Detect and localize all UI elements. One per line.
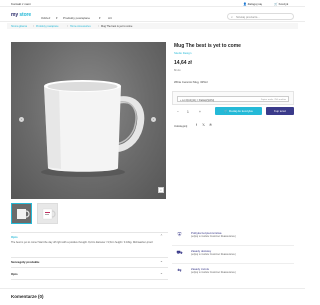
- nav-item-clothes[interactable]: Odzież: [41, 16, 50, 20]
- truck-icon: ⛟: [176, 250, 183, 256]
- facebook-icon[interactable]: f: [194, 123, 199, 128]
- breadcrumb-current: Mug The best is yet to come: [101, 24, 133, 28]
- site-header: my store Odzież ▾ Produkty powiązane ▾ A…: [0, 7, 305, 22]
- thumbnail-mug-image: [17, 209, 30, 219]
- divider: [172, 245, 294, 246]
- nav-item-related-products[interactable]: Produkty powiązane: [63, 16, 90, 20]
- thumbnail-2[interactable]: [37, 203, 58, 224]
- cart-label: Koszyk: [278, 1, 289, 6]
- cart-icon: 🛒: [274, 1, 278, 6]
- nav-item-art[interactable]: Art: [108, 16, 112, 20]
- return-icon: ⇆: [177, 268, 182, 274]
- search-icon: ⌕: [231, 15, 233, 19]
- divider: [11, 267, 168, 268]
- product-title: Mug The best is yet to come: [174, 43, 241, 49]
- divider: [172, 263, 294, 264]
- add-to-cart-label: Dodaj do koszyka: [228, 109, 253, 113]
- customization-input[interactable]: + Lot 0(A2)(11) = Klatka(Z)(Wid) Zapisz …: [177, 96, 289, 102]
- top-utility-bar: Kontakt z nami 👤 Zaloguj się 🛒 Koszyk: [0, 0, 305, 7]
- reassurance-text-security: (edytuj w module Customer Reassurance): [191, 235, 236, 238]
- sign-in-label: Zaloguj się: [247, 1, 263, 6]
- cart-link[interactable]: 🛒 Koszyk: [274, 2, 288, 6]
- product-price: 14,64 zł: [174, 60, 192, 66]
- customization-input-value: + Lot 0(A2)(11) = Klatka(Z)(Wid): [180, 98, 215, 102]
- zoom-button[interactable]: ⌕: [158, 187, 164, 193]
- chevron-up-icon[interactable]: ⌃: [160, 234, 163, 238]
- user-icon: 👤: [243, 1, 247, 6]
- contact-link[interactable]: Kontakt z nami: [11, 2, 31, 6]
- product-brand-link[interactable]: Studio Design: [174, 51, 191, 55]
- breadcrumb-separator: /: [98, 24, 99, 28]
- buy-now-button[interactable]: Kup teraz: [266, 107, 294, 115]
- chevron-down-icon[interactable]: ⌄: [160, 259, 163, 263]
- accordion-description-title[interactable]: Opis: [11, 235, 18, 239]
- sign-in-link[interactable]: 👤 Zaloguj się: [243, 2, 262, 6]
- breadcrumb-separator: /: [33, 24, 34, 28]
- customization-hint: Zapisz maks. 250 znaków: [260, 98, 286, 101]
- reassurance-text-returns: (edytuj w module Customer Reassurance): [191, 271, 236, 274]
- divider: [0, 288, 305, 289]
- image-prev-arrow[interactable]: ‹: [19, 117, 24, 122]
- customization-box: + Lot 0(A2)(11) = Klatka(Z)(Wid) Zapisz …: [172, 91, 294, 105]
- zoom-icon: ⌕: [160, 188, 162, 192]
- reassurance-text-delivery: (edytuj w module Customer Reassurance): [191, 253, 236, 256]
- breadcrumb-related-products[interactable]: Produkty powiązane: [36, 25, 59, 28]
- share-label: Udostępnij: [174, 124, 188, 128]
- shield-icon: ⛨: [177, 232, 182, 238]
- description-text: The best is yet to come! Start the day o…: [11, 241, 154, 244]
- search-placeholder: Szukaj products...: [236, 15, 260, 20]
- search-box[interactable]: ⌕ Szukaj products...: [227, 12, 294, 20]
- nav-caret-icon: ▾: [56, 15, 58, 20]
- divider: [11, 257, 168, 258]
- chevron-left-icon: ‹: [21, 117, 22, 121]
- cart-icon: 🛒: [224, 109, 229, 113]
- nav-caret-icon: ▾: [99, 15, 101, 20]
- chevron-down-icon[interactable]: ⌄: [160, 271, 163, 275]
- store-logo[interactable]: my store: [11, 12, 31, 18]
- pinterest-icon[interactable]: ℗: [208, 123, 213, 128]
- accordion-details-title[interactable]: Szczegóły produktu: [11, 260, 39, 264]
- logo-primary-text: my: [11, 12, 19, 18]
- breadcrumb-separator: /: [67, 24, 68, 28]
- accordion-extra-title[interactable]: Opis: [11, 272, 18, 276]
- breadcrumb-home[interactable]: Strona główna: [11, 25, 27, 28]
- quantity-stepper[interactable]: − 1 +: [174, 108, 205, 115]
- thumbnail-1[interactable]: [11, 203, 32, 224]
- increment-icon[interactable]: +: [199, 110, 201, 114]
- add-to-cart-button[interactable]: 🛒 Dodaj do koszyka: [215, 107, 262, 115]
- product-main-image[interactable]: [11, 42, 166, 199]
- thumbnail-mug-text-image: [42, 208, 56, 220]
- quantity-value: 1: [187, 109, 189, 114]
- breadcrumb-home-accessories[interactable]: Home Accessories: [70, 25, 91, 28]
- image-next-arrow[interactable]: ›: [151, 117, 156, 122]
- product-short-description: White Ceramic Mug, 325ml: [174, 80, 208, 84]
- decrement-icon[interactable]: −: [177, 110, 179, 114]
- divider: [11, 232, 168, 233]
- divider: [11, 279, 168, 280]
- chevron-right-icon: ›: [153, 117, 154, 121]
- breadcrumb: Strona główna / Produkty powiązane / Hom…: [7, 23, 298, 29]
- twitter-icon[interactable]: 𝕏: [201, 123, 206, 128]
- mug-illustration: [41, 80, 145, 177]
- comments-heading: Komentarze (0): [11, 294, 44, 299]
- tax-label: Brutto: [174, 68, 181, 72]
- logo-accent-text: store: [19, 12, 32, 18]
